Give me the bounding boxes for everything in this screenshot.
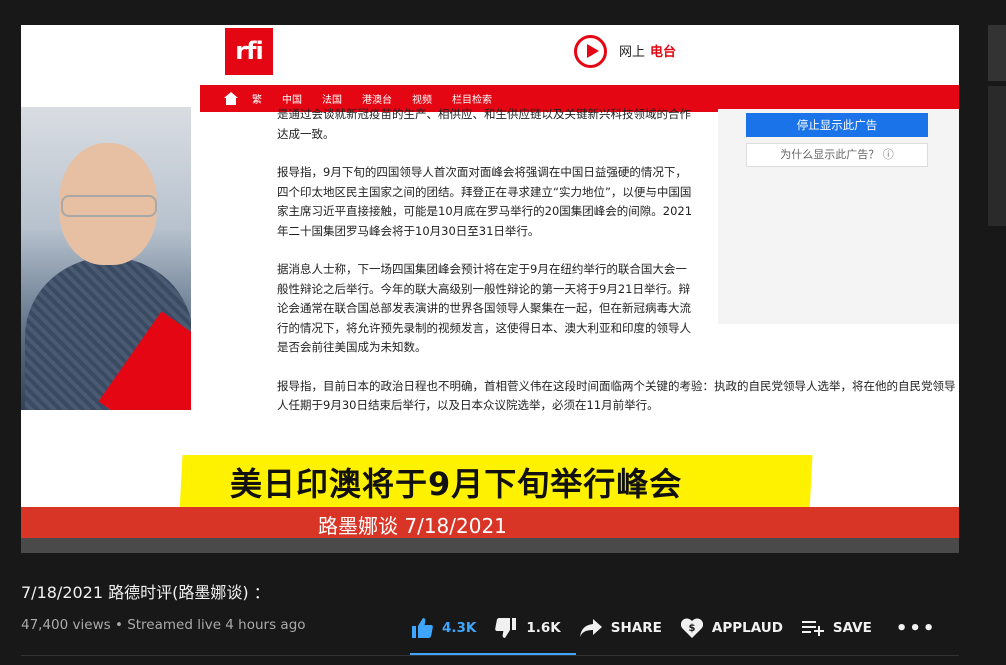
ad-panel: 停止显示此广告 为什么显示此广告？ ⓘ xyxy=(718,109,959,324)
nav-item: 栏目检索 xyxy=(452,95,492,106)
svg-text:$: $ xyxy=(688,623,695,634)
playlist-add-icon xyxy=(801,616,825,640)
stop-ad-button: 停止显示此广告 xyxy=(746,113,928,137)
share-icon xyxy=(579,616,603,640)
nav-item: 港澳台 xyxy=(362,95,392,106)
video-bottom-stripe xyxy=(21,538,959,553)
applaud-button[interactable]: $ APPLAUD xyxy=(680,616,783,640)
save-label: SAVE xyxy=(832,620,872,636)
side-thumbnail[interactable] xyxy=(988,25,1006,81)
rfi-logo: rfi xyxy=(225,28,273,75)
video-meta: 47,400 views • Streamed live 4 hours ago xyxy=(21,617,306,633)
article-paragraph: 据消息人士称，下一场四国集团峰会预计将在定于9月在纽约举行的联合国大会一般性辩论… xyxy=(277,262,691,354)
article-paragraph: 报导指，目前日本的政治日程也不明确，首相菅义伟在这段时间面临两个关键的考验：执政… xyxy=(277,378,956,413)
applaud-label: APPLAUD xyxy=(711,620,783,636)
applaud-heart-icon: $ xyxy=(680,616,704,640)
nav-item: 中国 xyxy=(282,95,302,106)
video-headline: 美日印澳将于9月下旬举行峰会 xyxy=(230,465,683,503)
share-label: SHARE xyxy=(610,620,662,636)
radio-label: 电台 xyxy=(650,45,677,60)
share-button[interactable]: SHARE xyxy=(579,616,662,640)
divider xyxy=(21,655,959,656)
dislike-count: 1.6K xyxy=(526,620,561,636)
home-icon xyxy=(224,92,238,105)
presenter-glasses xyxy=(61,195,157,217)
dislike-button[interactable]: 1.6K xyxy=(494,616,561,640)
why-ad-button: 为什么显示此广告？ ⓘ xyxy=(746,143,928,167)
presenter-portrait xyxy=(21,107,191,410)
like-button[interactable]: 4.3K xyxy=(410,616,476,640)
nav-item: 法国 xyxy=(322,95,342,106)
thumbs-up-icon xyxy=(410,616,434,640)
live-label: 网上 xyxy=(619,45,646,60)
video-player[interactable]: rfi 网上 电台 繁 中国 法国 港澳台 视频 栏目检索 是通过会谈就新冠疫苗… xyxy=(21,25,959,553)
side-thumbnail[interactable] xyxy=(988,86,1006,226)
article-paragraph: 报导指，9月下旬的四国领导人首次面对面峰会将强调在中国日益强硬的情况下，四个印太… xyxy=(277,165,693,238)
article-paragraph: 是通过会谈就新冠疫苗的生产、相供应、和生供应链以及关键新兴科技领域的合作达成一致… xyxy=(277,107,691,141)
more-actions-button[interactable]: ••• xyxy=(896,618,937,639)
nav-item: 繁 xyxy=(252,95,262,106)
youtube-watch-page: rfi 网上 电台 繁 中国 法国 港澳台 视频 栏目检索 是通过会谈就新冠疫苗… xyxy=(0,0,1006,665)
like-count: 4.3K xyxy=(442,620,477,636)
subtitle-text: 路墨娜谈 7/18/2021 xyxy=(318,514,507,538)
nav-item: 视频 xyxy=(412,95,432,106)
video-title: 7/18/2021 路德时评(路墨娜谈) ： xyxy=(21,583,270,602)
thumbs-down-icon xyxy=(494,616,518,640)
save-button[interactable]: SAVE xyxy=(801,616,872,640)
play-icon xyxy=(574,35,607,68)
action-bar: 4.3K 1.6K SHARE $ APPLAUD SAVE ••• xyxy=(410,612,936,644)
